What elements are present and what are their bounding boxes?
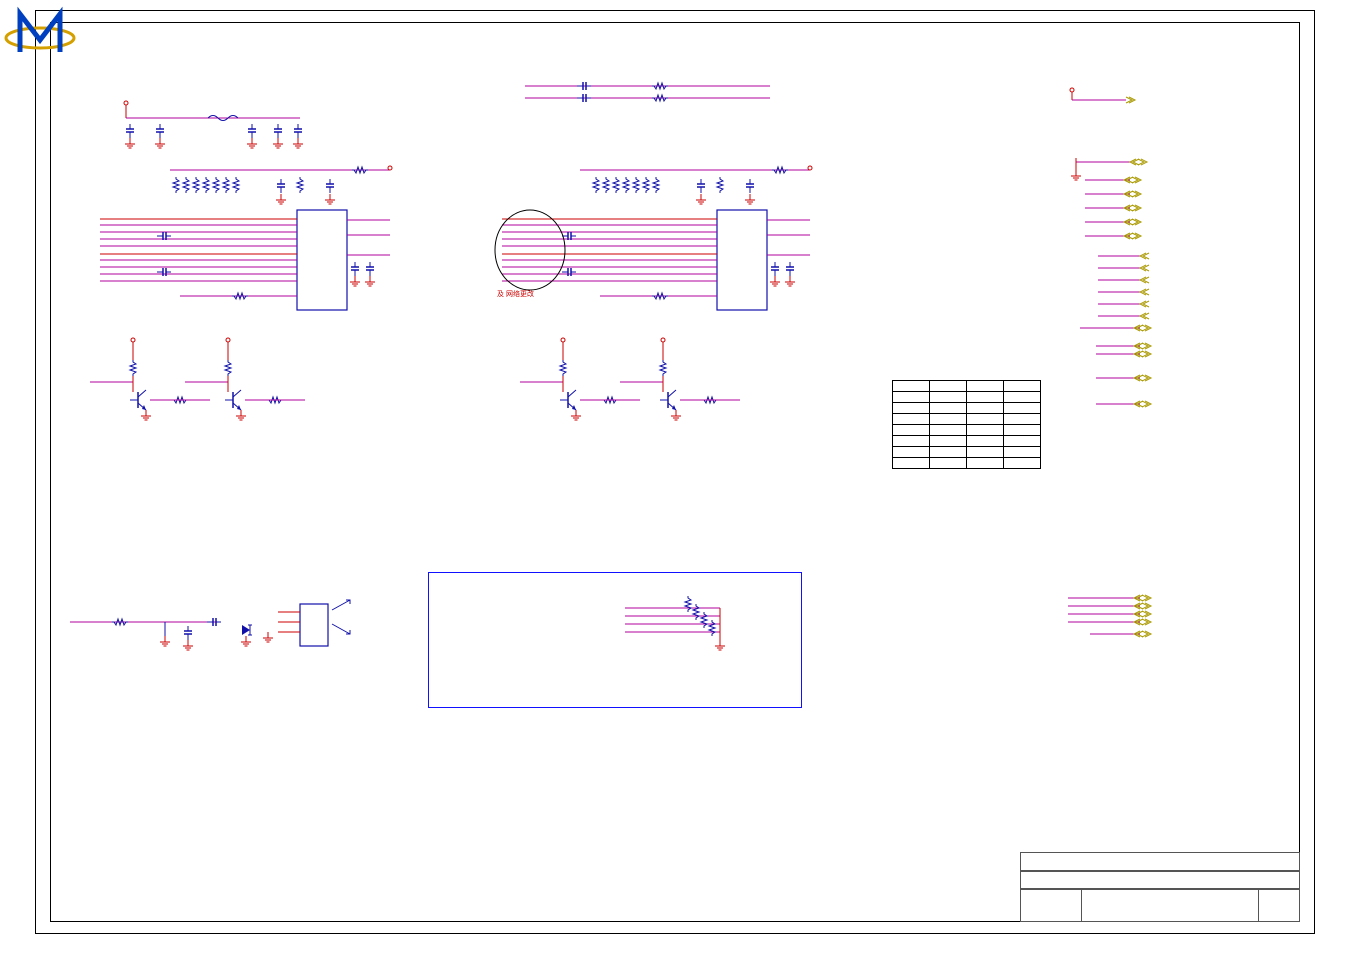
ir-receiver (70, 600, 350, 650)
port-list-main (1071, 158, 1151, 407)
transistor-stage-2 (185, 338, 305, 420)
ic-block-2 (495, 166, 812, 310)
cap-res-pair (525, 82, 770, 102)
power-filter-1 (124, 101, 303, 148)
change-note: 及 网络更改 (497, 289, 534, 299)
port-list-bottom (1068, 595, 1151, 637)
transistor-stage-1 (90, 338, 210, 420)
highlight-box (428, 572, 802, 708)
port-list-top (1070, 88, 1135, 103)
company-logo (0, 0, 80, 62)
transistor-stage-4 (620, 338, 740, 420)
revision-table (892, 380, 1041, 469)
schematic-sheet: 及 网络更改 (0, 0, 1350, 954)
schematic-canvas (0, 0, 1350, 954)
title-block (1020, 852, 1300, 922)
ic-block-1 (100, 166, 392, 310)
transistor-stage-3 (520, 338, 640, 420)
